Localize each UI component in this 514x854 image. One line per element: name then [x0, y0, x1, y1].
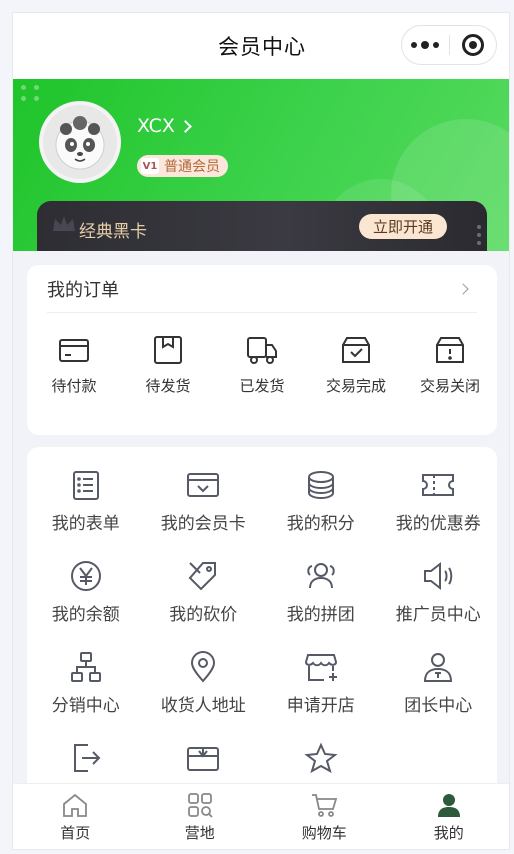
coupon-icon — [422, 474, 455, 496]
cart-icon — [312, 794, 338, 817]
gift-card-icon — [187, 747, 220, 771]
service-bargain[interactable]: 我的砍价 — [145, 560, 263, 633]
chevron-right-icon — [457, 282, 469, 295]
grid-icon — [187, 793, 213, 818]
app-frame: 会员中心 XCX V1 普通会员 经典黑卡 立即开通 我的订单 待付款 待发货 … — [12, 12, 510, 850]
service-member-card[interactable]: 我的会员卡 — [145, 469, 263, 542]
level-icon: V1 — [141, 158, 159, 174]
speaker-icon — [424, 561, 453, 591]
tab-mine[interactable]: 我的 — [387, 784, 510, 849]
member-card-banner[interactable]: 经典黑卡 立即开通 — [37, 201, 487, 251]
order-status-row: 待付款 待发货 已发货 交易完成 交易关闭 — [27, 335, 497, 396]
order-status-shipped[interactable]: 已发货 — [215, 335, 309, 396]
service-my-forms[interactable]: 我的表单 — [27, 469, 145, 542]
service-distribution[interactable]: 分销中心 — [27, 651, 145, 724]
service-address[interactable]: 收货人地址 — [145, 651, 263, 724]
member-card-name: 经典黑卡 — [79, 222, 147, 242]
order-status-completed[interactable]: 交易完成 — [309, 335, 403, 396]
leader-icon — [424, 653, 453, 682]
chevron-right-icon — [179, 119, 192, 133]
order-status-label: 已发货 — [239, 377, 285, 395]
service-open-shop[interactable]: 申请开店 — [262, 651, 380, 724]
orders-title: 我的订单 — [47, 279, 119, 301]
member-level-badge: V1 普通会员 — [137, 155, 228, 177]
tab-home[interactable]: 首页 — [13, 784, 138, 849]
tab-label: 营地 — [184, 824, 215, 842]
bottom-tab-bar: 首页 营地 购物车 我的 — [13, 783, 510, 849]
panda-avatar-icon — [55, 116, 105, 170]
services-card: 我的表单 我的会员卡 我的积分 我的优惠券 我的余额 我的砍价 我的拼团 推广员… — [27, 447, 497, 807]
box-check-icon — [342, 337, 370, 363]
coins-icon — [307, 471, 334, 500]
order-status-label: 待付款 — [51, 377, 97, 395]
service-label: 团长中心 — [404, 696, 473, 716]
yen-icon — [70, 561, 101, 591]
profile-header: XCX V1 普通会员 经典黑卡 立即开通 — [13, 79, 509, 251]
star-icon — [304, 742, 338, 774]
orders-card: 我的订单 待付款 待发货 已发货 交易完成 交易关闭 — [27, 265, 497, 435]
service-label: 申请开店 — [286, 696, 355, 716]
service-promoter-center[interactable]: 推广员中心 — [380, 560, 498, 633]
mini-program-capsule — [401, 25, 497, 65]
more-icon[interactable] — [402, 41, 449, 49]
decor-dots — [21, 85, 41, 101]
order-status-label: 待发货 — [145, 377, 191, 395]
service-group-buy[interactable]: 我的拼团 — [262, 560, 380, 633]
service-label: 我的拼团 — [286, 605, 355, 625]
tab-label: 购物车 — [301, 824, 347, 842]
service-label: 我的会员卡 — [160, 514, 246, 534]
service-coupons[interactable]: 我的优惠券 — [380, 469, 498, 542]
services-grid: 我的表单 我的会员卡 我的积分 我的优惠券 我的余额 我的砍价 我的拼团 推广员… — [27, 469, 497, 815]
crown-icon — [53, 216, 75, 231]
logout-icon — [73, 744, 101, 772]
service-label: 推广员中心 — [395, 605, 481, 625]
page-title: 会员中心 — [218, 35, 306, 59]
open-card-button[interactable]: 立即开通 — [358, 214, 447, 239]
order-status-label: 交易关闭 — [419, 377, 480, 395]
order-status-label: 交易完成 — [325, 377, 386, 395]
username: XCX — [137, 115, 175, 137]
tab-camp[interactable]: 营地 — [138, 784, 263, 849]
username-link[interactable]: XCX — [137, 115, 192, 137]
tab-cart[interactable]: 购物车 — [262, 784, 387, 849]
list-icon — [72, 471, 99, 500]
location-icon — [191, 651, 216, 683]
member-card-icon — [187, 473, 220, 497]
service-label: 我的余额 — [51, 605, 120, 625]
order-status-pending-payment[interactable]: 待付款 — [27, 335, 121, 396]
order-status-closed[interactable]: 交易关闭 — [403, 335, 497, 396]
user-icon — [437, 794, 460, 817]
card-icon — [59, 339, 89, 362]
box-alert-icon — [436, 337, 464, 363]
service-points[interactable]: 我的积分 — [262, 469, 380, 542]
nav-bar: 会员中心 — [13, 13, 509, 79]
service-label: 我的优惠券 — [395, 514, 481, 534]
service-balance[interactable]: 我的余额 — [27, 560, 145, 633]
decor-dots — [477, 225, 481, 245]
close-target-icon[interactable] — [449, 34, 496, 56]
service-label: 分销中心 — [51, 696, 120, 716]
order-status-pending-ship[interactable]: 待发货 — [121, 335, 215, 396]
level-label: 普通会员 — [164, 159, 220, 175]
group-icon — [307, 563, 335, 589]
home-icon — [63, 793, 88, 817]
org-chart-icon — [70, 652, 101, 682]
service-label: 我的积分 — [286, 514, 355, 534]
package-icon — [154, 336, 182, 364]
tab-label: 首页 — [60, 824, 91, 842]
orders-header[interactable]: 我的订单 — [47, 265, 477, 313]
avatar[interactable] — [39, 101, 121, 183]
truck-icon — [247, 337, 277, 364]
shop-icon — [304, 654, 337, 681]
service-label: 我的表单 — [51, 514, 120, 534]
service-label: 收货人地址 — [160, 696, 246, 716]
service-label: 我的砍价 — [169, 605, 238, 625]
tab-label: 我的 — [433, 824, 464, 842]
service-leader-center[interactable]: 团长中心 — [380, 651, 498, 724]
tag-cut-icon — [188, 562, 217, 591]
